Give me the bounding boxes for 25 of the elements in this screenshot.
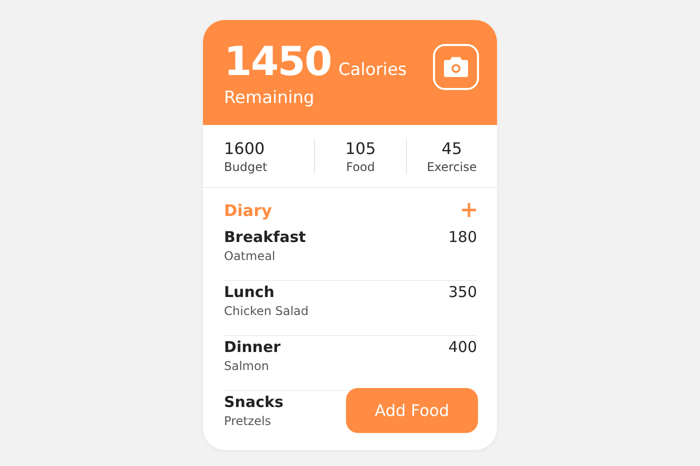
meal-food: Chicken Salad [224,304,309,318]
stat-value: 1600 [224,138,265,158]
meal-name: Breakfast [224,228,306,246]
add-food-button[interactable]: Add Food [346,388,478,433]
meal-name: Lunch [224,283,276,301]
stat-label: Exercise [426,160,477,174]
meal-food: Oatmeal [224,249,276,263]
calories-value: 1450 [224,38,332,86]
meal-name: Dinner [224,338,281,356]
diary-title: Diary [224,200,272,220]
meal-calories: 180 [448,228,477,246]
stat-label: Food [346,160,375,174]
meal-calories: 400 [448,338,477,356]
stat-value: 45 [442,138,462,158]
camera-button[interactable] [433,44,479,90]
remaining-label: Remaining [224,88,316,108]
stat-value: 105 [345,138,376,158]
meal-calories: 350 [448,283,477,301]
meal-name: Snacks [224,393,284,411]
meal-food: Salmon [224,359,270,373]
camera-icon [443,56,469,78]
calories-unit: Calories [338,60,407,80]
stat-label: Budget [224,160,268,174]
add-icon[interactable] [461,202,477,218]
meal-food: Pretzels [224,414,272,428]
